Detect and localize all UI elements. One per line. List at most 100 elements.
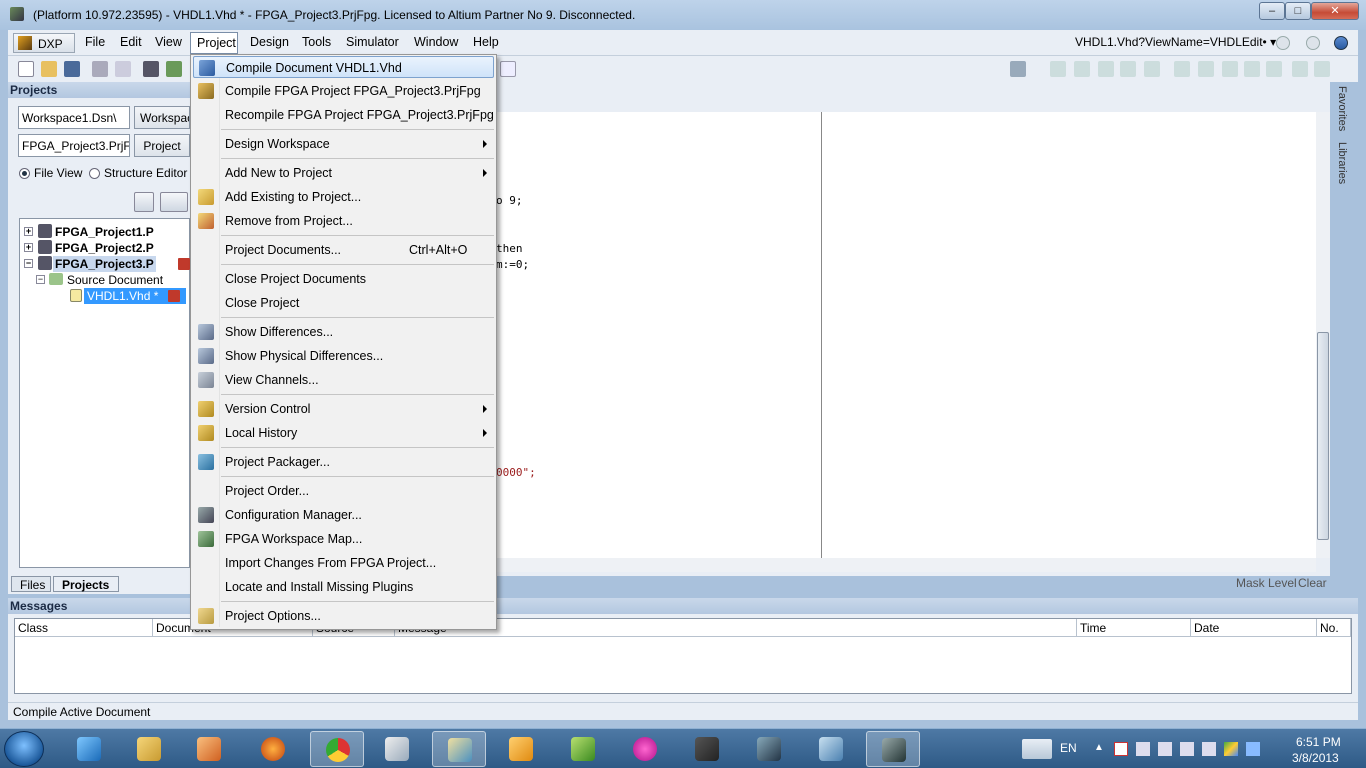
taskbar-outlook[interactable] <box>494 731 548 767</box>
watch-icon[interactable] <box>1198 61 1214 77</box>
tab-favorites[interactable]: Favorites <box>1336 86 1348 131</box>
start-button[interactable] <box>4 731 44 767</box>
taskbar-snipping[interactable] <box>370 731 424 767</box>
language-indicator[interactable]: EN <box>1060 741 1077 755</box>
menu-item-show-physical-differences[interactable]: Show Physical Differences... <box>193 345 494 367</box>
print-icon[interactable] <box>92 61 108 77</box>
menu-design[interactable]: Design <box>250 35 289 49</box>
dxp-menu[interactable]: DXP <box>13 33 75 53</box>
collapse-icon[interactable]: − <box>36 275 45 284</box>
debug-options-icon[interactable] <box>1010 61 1026 77</box>
tab-files[interactable]: Files <box>11 576 51 592</box>
column-class[interactable]: Class <box>15 619 153 637</box>
file-view-radio[interactable] <box>19 168 30 179</box>
menu-item-import-changes[interactable]: Import Changes From FPGA Project... <box>193 552 494 574</box>
taskbar-media-player[interactable] <box>182 731 236 767</box>
maximize-button[interactable]: □ <box>1285 2 1311 20</box>
menu-item-close-project[interactable]: Close Project <box>193 292 494 314</box>
menu-window[interactable]: Window <box>414 35 458 49</box>
menu-file[interactable]: File <box>85 35 105 49</box>
new-icon[interactable] <box>18 61 34 77</box>
menu-item-show-differences[interactable]: Show Differences... <box>193 321 494 343</box>
menu-help[interactable]: Help <box>473 35 499 49</box>
taskbar-network-app[interactable] <box>742 731 796 767</box>
taskbar-paint[interactable] <box>432 731 486 767</box>
taskbar-chrome[interactable] <box>310 731 364 767</box>
column-number[interactable]: No. <box>1317 619 1351 637</box>
show-hidden-icons-icon[interactable]: ▲ <box>1094 742 1108 756</box>
menu-item-locate-plugins[interactable]: Locate and Install Missing Plugins <box>193 576 494 598</box>
taskbar-wamp[interactable] <box>618 731 672 767</box>
clear-button[interactable]: Clear <box>1298 576 1327 592</box>
step-out-icon[interactable] <box>1144 61 1160 77</box>
workspace-button[interactable]: Workspace <box>134 106 190 129</box>
taskbar-book-app[interactable] <box>804 731 858 767</box>
structure-editor-radio[interactable] <box>89 168 100 179</box>
print-preview-icon[interactable] <box>115 61 131 77</box>
menu-item-remove[interactable]: Remove from Project... <box>193 210 494 232</box>
menu-item-compile-project[interactable]: Compile FPGA Project FPGA_Project3.PrjFp… <box>193 80 494 102</box>
dropbox-icon[interactable] <box>1246 742 1260 756</box>
run-icon[interactable] <box>1074 61 1090 77</box>
step-over-icon[interactable] <box>1120 61 1136 77</box>
clock-date[interactable]: 3/8/2013 <box>1292 751 1339 765</box>
close-button[interactable]: ✕ <box>1311 2 1359 20</box>
collapse-icon[interactable]: − <box>24 259 33 268</box>
open-icon[interactable] <box>41 61 57 77</box>
device-view-icon[interactable] <box>166 61 182 77</box>
forward-icon[interactable] <box>1306 36 1320 50</box>
network-tray-icon[interactable] <box>1180 742 1194 756</box>
menu-item-view-channels[interactable]: View Channels... <box>193 369 494 391</box>
open-project-icon[interactable] <box>143 61 159 77</box>
expand-icon[interactable]: + <box>24 243 33 252</box>
taskbar-explorer[interactable] <box>122 731 176 767</box>
menu-item-project-options[interactable]: Project Options... <box>193 605 494 627</box>
menu-view[interactable]: View <box>155 35 182 49</box>
end-icon[interactable] <box>1266 61 1282 77</box>
column-time[interactable]: Time <box>1077 619 1191 637</box>
scrollbar-thumb[interactable] <box>1317 332 1329 540</box>
menu-item-project-documents[interactable]: Project Documents... Ctrl+Alt+O <box>193 239 494 261</box>
menu-item-design-workspace[interactable]: Design Workspace <box>193 133 494 155</box>
menu-item-add-new[interactable]: Add New to Project <box>193 162 494 184</box>
tree-item-project3[interactable]: − FPGA_Project3.P <box>24 256 190 272</box>
menu-item-configuration-manager[interactable]: Configuration Manager... <box>193 504 494 526</box>
menu-item-add-existing[interactable]: Add Existing to Project... <box>193 186 494 208</box>
project-combo[interactable]: FPGA_Project3.PrjFpg <box>18 134 130 157</box>
expand-icon[interactable]: + <box>24 227 33 236</box>
tab-libraries[interactable]: Libraries <box>1336 142 1348 184</box>
flag-alt-icon[interactable] <box>1158 742 1172 756</box>
clock-time[interactable]: 6:51 PM <box>1296 735 1341 749</box>
menu-item-project-order[interactable]: Project Order... <box>193 480 494 502</box>
grid-icon[interactable] <box>500 61 516 77</box>
vlc-tray-icon[interactable] <box>1114 742 1128 756</box>
menu-edit[interactable]: Edit <box>120 35 142 49</box>
menu-item-close-project-documents[interactable]: Close Project Documents <box>193 268 494 290</box>
project-settings-icon[interactable] <box>134 192 154 212</box>
menu-tools[interactable]: Tools <box>302 35 331 49</box>
project-button[interactable]: Project <box>134 134 190 157</box>
taskbar-internet-explorer[interactable] <box>62 731 116 767</box>
mask-level-button[interactable]: Mask Level <box>1236 576 1297 592</box>
stop-icon[interactable] <box>1314 61 1330 77</box>
menu-item-compile-document[interactable]: Compile Document VHDL1.Vhd <box>193 56 494 78</box>
back-icon[interactable] <box>1276 36 1290 50</box>
menu-item-project-packager[interactable]: Project Packager... <box>193 451 494 473</box>
tree-item-source-documents[interactable]: − Source Document <box>36 272 186 288</box>
tab-projects[interactable]: Projects <box>53 576 119 592</box>
column-date[interactable]: Date <box>1191 619 1317 637</box>
tree-item-project2[interactable]: + FPGA_Project2.P <box>24 240 184 256</box>
pause-icon[interactable] <box>1292 61 1308 77</box>
home-icon[interactable] <box>1334 36 1348 50</box>
tree-item-vhdl1[interactable]: VHDL1.Vhd * <box>70 288 186 304</box>
breakpoint-icon[interactable] <box>1174 61 1190 77</box>
save-icon[interactable] <box>64 61 80 77</box>
menu-item-workspace-map[interactable]: FPGA Workspace Map... <box>193 528 494 550</box>
reset-icon[interactable] <box>1244 61 1260 77</box>
keyboard-icon[interactable] <box>1022 739 1052 759</box>
taskbar-altium[interactable] <box>866 731 920 767</box>
menu-project[interactable]: Project <box>190 32 238 54</box>
menu-item-version-control[interactable]: Version Control <box>193 398 494 420</box>
workspace-combo[interactable]: Workspace1.Dsn\ <box>18 106 130 129</box>
tree-item-project1[interactable]: + FPGA_Project1.P <box>24 224 184 240</box>
